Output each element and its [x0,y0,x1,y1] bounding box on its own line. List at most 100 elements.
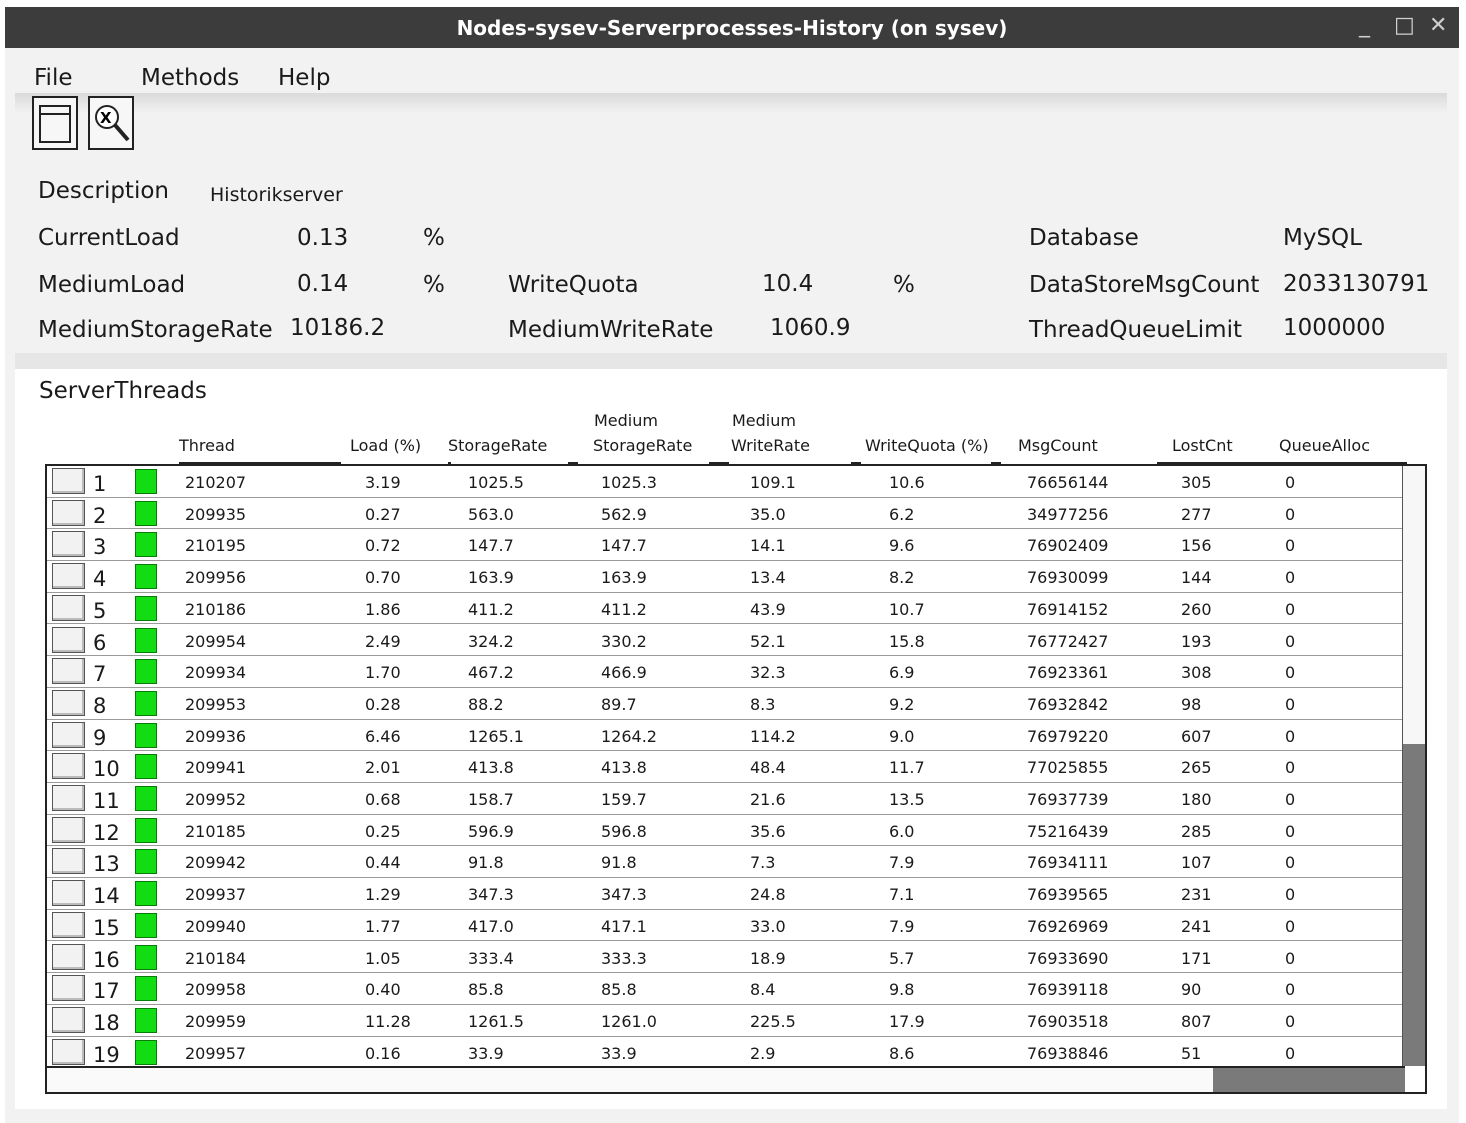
cell-thread: 209941 [185,758,247,778]
row-select-checkbox[interactable] [52,563,85,590]
cell-load: 3.19 [365,473,401,492]
cell-thread: 209956 [185,568,247,588]
cell-load: 0.70 [365,568,401,588]
row-select-checkbox[interactable] [52,721,85,748]
row-select-checkbox[interactable] [52,531,85,558]
table-row[interactable]: 17 209958 0.40 85.8 85.8 8.4 9.8 76939118 90 0 [47,973,1405,1005]
row-select-checkbox[interactable] [52,689,85,716]
vertical-scroll-thumb[interactable] [1403,744,1425,1066]
cell-load: 1.29 [365,885,401,905]
col-header-load[interactable]: Load (%) [350,436,421,455]
cell-medium-write-rate: 43.9 [750,599,786,619]
row-index: 5 [93,598,107,623]
table-row[interactable]: 9 209936 6.46 1265.1 1264.2 114.2 9.0 76979220 6… [47,720,1405,752]
app-window: Nodes-sysev-Serverprocesses-History (on … [5,7,1459,1123]
row-select-checkbox[interactable] [52,1006,85,1033]
cell-msg-count: 76914152 [1027,599,1109,619]
menu-methods[interactable]: Methods [141,65,239,91]
cell-queue-alloc: 0 [1285,885,1296,905]
open-window-button[interactable] [32,96,78,150]
cell-load: 0.72 [365,536,401,556]
cell-thread: 209942 [185,853,247,873]
col-header-write-quota[interactable]: WriteQuota (%) [865,436,989,455]
status-indicator-icon [135,1007,157,1033]
row-select-checkbox[interactable] [52,816,85,843]
maximize-icon[interactable]: □ [1394,13,1415,38]
cell-medium-write-rate: 8.3 [750,694,776,714]
table-row[interactable]: 8 209953 0.28 88.2 89.7 8.3 9.2 76932842 98 0 [47,688,1405,720]
col-header-lost-cnt[interactable]: LostCnt [1172,436,1233,455]
table-row[interactable]: 11 209952 0.68 158.7 159.7 21.6 13.5 76937739 18… [47,783,1405,815]
row-select-checkbox[interactable] [52,658,85,685]
col-header-msg-count[interactable]: MsgCount [1018,436,1098,455]
cell-msg-count: 76979220 [1027,726,1109,746]
cell-medium-write-rate: 24.8 [750,885,786,905]
stop-search-button[interactable]: X [88,96,134,150]
table-row[interactable]: 1 210207 3.19 1025.5 1025.3 109.1 10.6 76656144… [47,466,1405,498]
row-select-checkbox[interactable] [52,468,85,494]
cell-lost-cnt: 144 [1181,568,1212,588]
menu-help[interactable]: Help [278,65,330,91]
cell-medium-storage-rate: 596.8 [601,821,647,841]
col-header-queue-alloc[interactable]: QueueAlloc [1279,436,1370,455]
menu-file[interactable]: File [34,65,73,91]
col-header-medium-storage-rate-line2[interactable]: StorageRate [593,436,692,455]
cell-medium-write-rate: 52.1 [750,631,786,651]
table-row[interactable]: 5 210186 1.86 411.2 411.2 43.9 10.7 76914152 260… [47,593,1405,625]
horizontal-scroll-thumb[interactable] [1213,1068,1405,1092]
col-header-medium-write-rate-line1[interactable]: Medium [732,411,796,430]
horizontal-scrollbar[interactable] [47,1066,1405,1092]
status-indicator-icon [135,595,157,621]
status-indicator-icon [135,881,157,907]
cell-storage-rate: 147.7 [468,536,514,556]
cell-storage-rate: 333.4 [468,948,514,968]
cell-write-quota: 17.9 [889,1011,925,1031]
status-indicator-icon [135,849,157,875]
cell-queue-alloc: 0 [1285,1011,1296,1031]
table-row[interactable]: 4 209956 0.70 163.9 163.9 13.4 8.2 76930099 144 0 [47,561,1405,593]
row-select-checkbox[interactable] [52,594,85,621]
row-select-checkbox[interactable] [52,911,85,938]
row-index: 12 [93,820,120,845]
status-indicator-icon [135,817,157,843]
row-select-checkbox[interactable] [52,848,85,875]
table-row[interactable]: 16 210184 1.05 333.4 333.3 18.9 5.7 76933690 171… [47,942,1405,974]
cell-thread: 209940 [185,916,247,936]
col-header-medium-storage-rate-line1[interactable]: Medium [594,411,658,430]
table-row[interactable]: 12 210185 0.25 596.9 596.8 35.6 6.0 75216439 285… [47,815,1405,847]
row-select-checkbox[interactable] [52,785,85,811]
cell-lost-cnt: 807 [1181,1011,1212,1031]
cell-load: 0.44 [365,853,401,873]
title-bar[interactable]: Nodes-sysev-Serverprocesses-History (on … [5,7,1459,48]
database-label: Database [1029,225,1139,251]
table-row[interactable]: 6 209954 2.49 324.2 330.2 52.1 15.8 76772427 193… [47,625,1405,657]
table-row[interactable]: 2 209935 0.27 563.0 562.9 35.0 6.2 34977256 277 0 [47,498,1405,530]
table-row[interactable]: 13 209942 0.44 91.8 91.8 7.3 7.9 76934111 107 0 [47,846,1405,879]
row-index: 6 [93,630,107,655]
status-indicator-icon [135,1039,157,1065]
col-header-medium-write-rate-line2[interactable]: WriteRate [731,436,810,455]
table-row[interactable]: 14 209937 1.29 347.3 347.3 24.8 7.1 76939565 231… [47,878,1405,910]
row-select-checkbox[interactable] [52,943,85,970]
table-row[interactable]: 15 209940 1.77 417.0 417.1 33.0 7.9 76926969 241… [47,910,1405,942]
vertical-scrollbar[interactable] [1402,466,1425,1066]
row-select-checkbox[interactable] [52,753,85,780]
row-select-checkbox[interactable] [52,626,85,653]
table-row[interactable]: 18 209959 11.28 1261.5 1261.0 225.5 17.9 769035… [47,1005,1405,1037]
col-header-thread[interactable]: Thread [179,436,235,455]
table-row[interactable]: 19 209957 0.16 33.9 33.9 2.9 8.6 76938846 51 0 [47,1037,1405,1069]
close-icon[interactable]: ✕ [1429,13,1447,38]
table-row[interactable]: 7 209934 1.70 467.2 466.9 32.3 6.9 76923361 308 0 [47,656,1405,688]
row-select-checkbox[interactable] [52,1038,85,1065]
minimize-icon[interactable]: _ [1359,13,1370,38]
col-header-storage-rate[interactable]: StorageRate [448,436,547,455]
status-indicator-icon [135,912,157,938]
table-row[interactable]: 10 209941 2.01 413.8 413.8 48.4 11.7 77025855 26… [47,751,1405,783]
row-select-checkbox[interactable] [52,880,85,907]
table-row[interactable]: 3 210195 0.72 147.7 147.7 14.1 9.6 76902409 156 0 [47,529,1405,562]
row-select-checkbox[interactable] [52,975,85,1002]
status-indicator-icon [135,786,157,811]
description-label: Description [38,178,169,204]
write-quota-unit: % [893,272,915,298]
row-select-checkbox[interactable] [52,499,85,526]
